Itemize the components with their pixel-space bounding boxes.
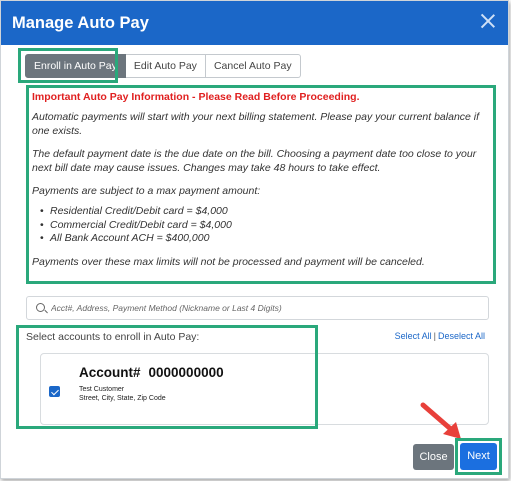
tab-cancel[interactable]: Cancel Auto Pay (205, 54, 301, 78)
list-item: Residential Credit/Debit card = $4,000 (40, 205, 493, 219)
selection-links: Select All | Deselect All (395, 331, 485, 341)
important-info-box: Important Auto Pay Information - Please … (26, 85, 496, 284)
info-paragraph: Payments over these max limits will not … (32, 255, 425, 268)
list-item: Commercial Credit/Debit card = $4,000 (40, 219, 493, 233)
deselect-all-link[interactable]: Deselect All (438, 331, 485, 341)
info-heading: Important Auto Pay Information - Please … (32, 91, 360, 103)
search-icon (36, 303, 45, 312)
limits-list: Residential Credit/Debit card = $4,000 C… (32, 205, 493, 246)
close-icon[interactable] (480, 13, 496, 29)
highlight-box-tab (18, 48, 118, 83)
manage-auto-pay-dialog: Manage Auto Pay Enroll in Auto Pay Edit … (0, 0, 509, 479)
search-bar (26, 296, 489, 320)
next-button[interactable]: Next (460, 443, 497, 470)
search-input[interactable] (51, 300, 481, 316)
list-item: All Bank Account ACH = $400,000 (40, 232, 493, 246)
dialog-title: Manage Auto Pay (12, 14, 149, 32)
info-paragraph: The default payment date is the due date… (32, 148, 477, 174)
tab-edit[interactable]: Edit Auto Pay (125, 54, 206, 78)
link-separator: | (433, 331, 436, 341)
info-paragraph: Payments are subject to a max payment am… (32, 185, 261, 197)
info-paragraph: Automatic payments will start with your … (32, 111, 480, 137)
select-all-link[interactable]: Select All (395, 331, 432, 341)
close-button[interactable]: Close (413, 444, 454, 470)
highlight-box-accounts (16, 325, 318, 429)
dialog-header: Manage Auto Pay (1, 1, 508, 45)
